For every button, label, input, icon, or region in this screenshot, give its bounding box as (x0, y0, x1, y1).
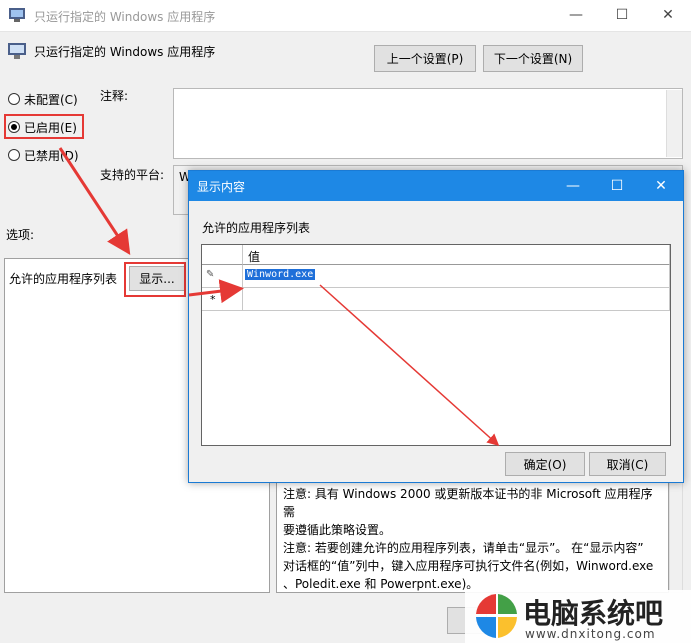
radio-label: 未配置(C) (24, 92, 78, 107)
next-setting-button[interactable]: 下一个设置(N) (483, 45, 583, 72)
radio-circle[interactable] (8, 149, 20, 161)
policy-app-icon (9, 8, 25, 22)
value-cell-new[interactable] (243, 288, 670, 311)
help-line: 注意: 若要创建允许的应用程序列表，请单击“显示”。 在“显示内容” (283, 541, 644, 555)
help-line: 注意: 具有 Windows 2000 或更新版本证书的非 Microsoft … (283, 487, 653, 519)
grid-corner-cell (202, 245, 243, 265)
show-contents-dialog: 显示内容 — ☐ ✕ 允许的应用程序列表 值 ✎ Winword.exe * 确… (188, 170, 684, 483)
watermark-title: 电脑系统吧 (523, 597, 664, 630)
dialog-title: 显示内容 (197, 180, 246, 194)
supported-platform-label: 支持的平台: (100, 168, 165, 182)
allowed-list-label: 允许的应用程序列表 (9, 272, 118, 286)
minimize-button[interactable]: — (553, 0, 599, 31)
dialog-ok-button[interactable]: 确定(O) (505, 452, 585, 476)
radio-label: 已禁用(D) (24, 148, 79, 163)
dialog-maximize-button[interactable]: ☐ (595, 171, 639, 201)
help-line: 要遵循此策略设置。 (283, 523, 392, 537)
value-cell[interactable]: Winword.exe (243, 265, 670, 288)
dialog-titlebar: 显示内容 — ☐ ✕ (189, 171, 683, 201)
comment-textbox[interactable] (173, 88, 683, 159)
help-scrollbar[interactable] (669, 482, 683, 593)
dialog-minimize-button[interactable]: — (551, 171, 595, 201)
value-text-selected[interactable]: Winword.exe (245, 269, 316, 280)
maximize-button[interactable]: ☐ (599, 0, 645, 31)
highlight-box-show (124, 262, 186, 297)
column-header-value[interactable]: 值 (243, 245, 670, 265)
windows-logo-icon (476, 594, 517, 638)
close-button[interactable]: ✕ (645, 0, 691, 31)
pencil-icon: ✎ (206, 269, 215, 280)
comment-label: 注释: (100, 89, 129, 103)
help-panel: 注意: 具有 Windows 2000 或更新版本证书的非 Microsoft … (276, 482, 669, 593)
comment-scrollbar[interactable] (666, 90, 682, 157)
setting-title: 只运行指定的 Windows 应用程序 (34, 45, 216, 59)
radio-circle[interactable] (8, 93, 20, 105)
dialog-close-button[interactable]: ✕ (639, 171, 683, 201)
help-line: 对话框的“值”列中，键入应用程序可执行文件名(例如，Winword.exe (283, 559, 654, 573)
row-marker-new: * (202, 288, 243, 311)
row-marker-edit: ✎ (202, 265, 243, 288)
radio-not-configured[interactable]: 未配置(C) (8, 89, 78, 109)
setting-icon (8, 43, 26, 59)
prev-setting-button[interactable]: 上一个设置(P) (374, 45, 476, 72)
dialog-list-label: 允许的应用程序列表 (202, 221, 311, 235)
radio-disabled[interactable]: 已禁用(D) (8, 145, 79, 165)
watermark-url: www.dnxitong.com (525, 627, 656, 641)
dialog-cancel-button[interactable]: 取消(C) (589, 452, 666, 476)
window-title: 只运行指定的 Windows 应用程序 (34, 10, 216, 24)
values-grid[interactable]: 值 ✎ Winword.exe * (201, 244, 671, 446)
watermark: 电脑系统吧 www.dnxitong.com (465, 590, 691, 643)
options-label: 选项: (6, 228, 35, 242)
window-titlebar: 只运行指定的 Windows 应用程序 — ☐ ✕ (0, 0, 691, 32)
highlight-box-enabled (4, 114, 84, 139)
asterisk-icon: * (210, 293, 216, 306)
